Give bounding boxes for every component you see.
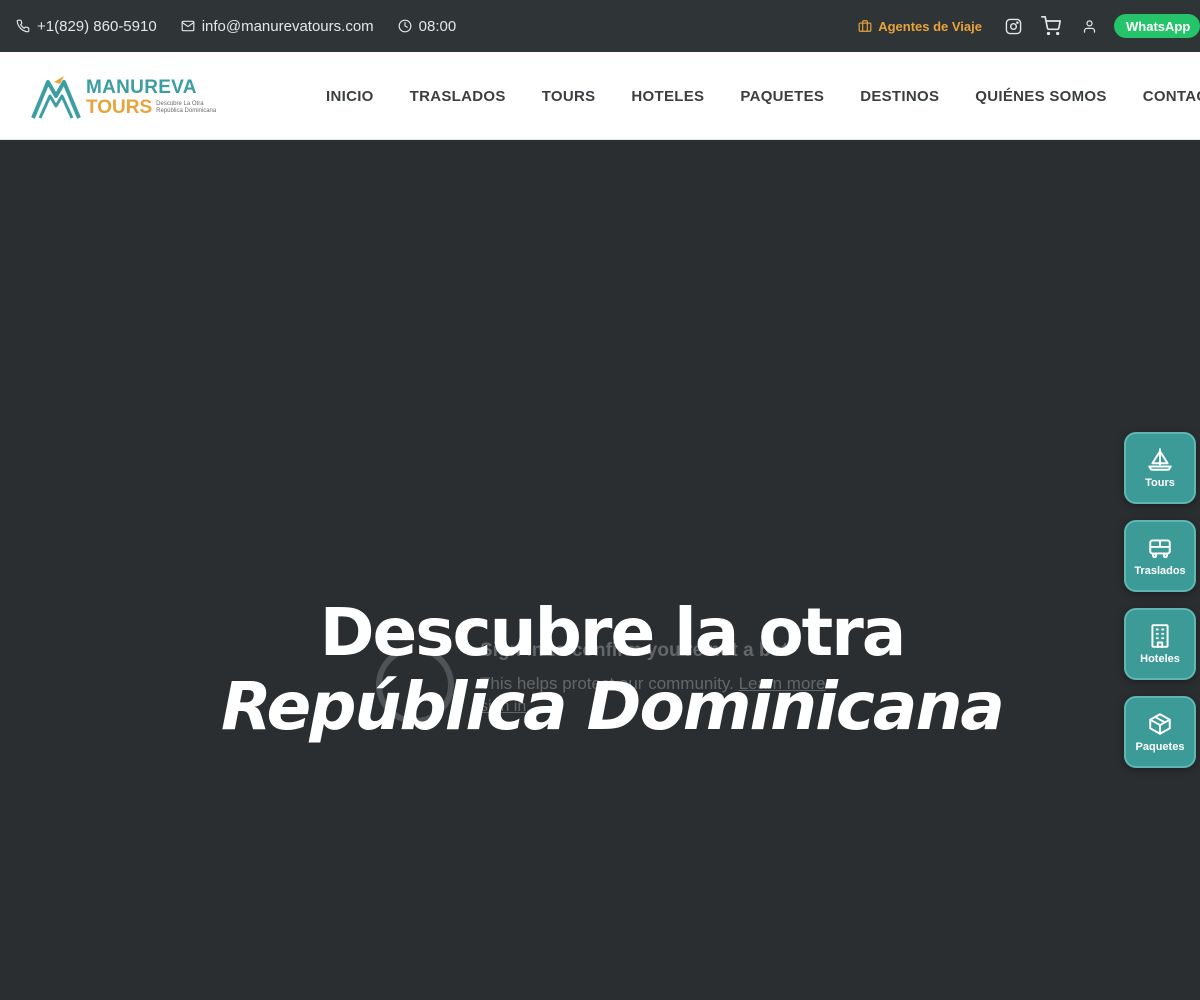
hero-section: Sign in to confirm you're not a bot This… [0, 140, 1200, 1000]
nav-item-inicio[interactable]: INICIO [308, 88, 392, 105]
brand-name: MANUREVA [86, 76, 197, 98]
email-link[interactable]: info@manurevatours.com [181, 18, 374, 35]
hours-text: 08:00 [418, 17, 457, 35]
brand-sub: TOURS [86, 96, 153, 118]
nav-item-tours[interactable]: TOURS [524, 88, 614, 105]
instagram-icon [1005, 18, 1021, 34]
brand-text: MANUREVA TOURS Descubre La Otra Repúblic… [86, 78, 216, 117]
phone-link[interactable]: +1(829) 860-5910 [16, 18, 157, 35]
quick-transfers-label: Traslados [1134, 565, 1186, 577]
quick-hotels-label: Hoteles [1140, 653, 1180, 665]
bus-icon [1149, 539, 1171, 559]
sailboat-icon [1148, 448, 1172, 471]
brand-logo[interactable]: MANUREVA TOURS Descubre La Otra Repúblic… [30, 72, 230, 122]
travel-agents-label: Agentes de Viaje [878, 18, 982, 34]
clock-icon [398, 19, 412, 33]
nav-item-contacto[interactable]: CONTACTO [1125, 88, 1200, 105]
quick-tours-button[interactable]: Tours [1124, 432, 1196, 504]
mail-icon [181, 20, 195, 32]
building-icon [1151, 624, 1169, 648]
nav-item-quienes-somos[interactable]: QUIÉNES SOMOS [957, 88, 1124, 105]
cart-icon [1041, 16, 1061, 36]
quick-packages-button[interactable]: Paquetes [1124, 696, 1196, 768]
main-navbar: MANUREVA TOURS Descubre La Otra Repúblic… [0, 52, 1200, 140]
quick-tours-label: Tours [1145, 477, 1175, 489]
nav-item-hoteles[interactable]: HOTELES [613, 88, 722, 105]
travel-agents-link[interactable]: Agentes de Viaje [858, 19, 982, 34]
brand-tagline: Descubre La Otra República Dominicana [156, 101, 216, 115]
hero-title: Descubre la otra República Dominicana [0, 596, 1200, 744]
whatsapp-button[interactable]: WhatsApp [1114, 14, 1200, 38]
phone-icon [16, 19, 30, 33]
phone-text: +1(829) 860-5910 [37, 17, 157, 35]
quick-transfers-button[interactable]: Traslados [1124, 520, 1196, 592]
quick-packages-label: Paquetes [1135, 741, 1185, 753]
brand-tagline-line2: República Dominicana [156, 107, 217, 114]
nav-item-destinos[interactable]: DESTINOS [842, 88, 957, 105]
cart-button[interactable] [1032, 0, 1070, 52]
instagram-link[interactable] [994, 0, 1032, 52]
top-bar: +1(829) 860-5910 info@manurevatours.com … [0, 0, 1200, 52]
hours-info: 08:00 [398, 17, 457, 35]
nav-item-paquetes[interactable]: PAQUETES [722, 88, 842, 105]
user-icon [1083, 19, 1095, 33]
brand-tagline-line1: Descubre La Otra [156, 100, 204, 107]
quick-hotels-button[interactable]: Hoteles [1124, 608, 1196, 680]
topbar-actions: Agentes de Viaje WhatsApp [858, 0, 1200, 52]
quick-access-buttons: Tours Traslados Hoteles Paquetes [1124, 432, 1196, 768]
nav-menu: INICIO TRASLADOS TOURS HOTELES PAQUETES … [308, 52, 1200, 140]
briefcase-icon [858, 20, 872, 32]
hero-title-line1: Descubre la otra [319, 594, 907, 671]
email-text: info@manurevatours.com [201, 17, 374, 35]
hero-title-line2: República Dominicana [221, 668, 1005, 745]
mountain-logo-icon [31, 76, 81, 119]
account-button[interactable] [1070, 0, 1108, 52]
nav-item-traslados[interactable]: TRASLADOS [392, 88, 524, 105]
package-icon [1149, 713, 1171, 735]
contact-info: +1(829) 860-5910 info@manurevatours.com … [16, 18, 456, 35]
